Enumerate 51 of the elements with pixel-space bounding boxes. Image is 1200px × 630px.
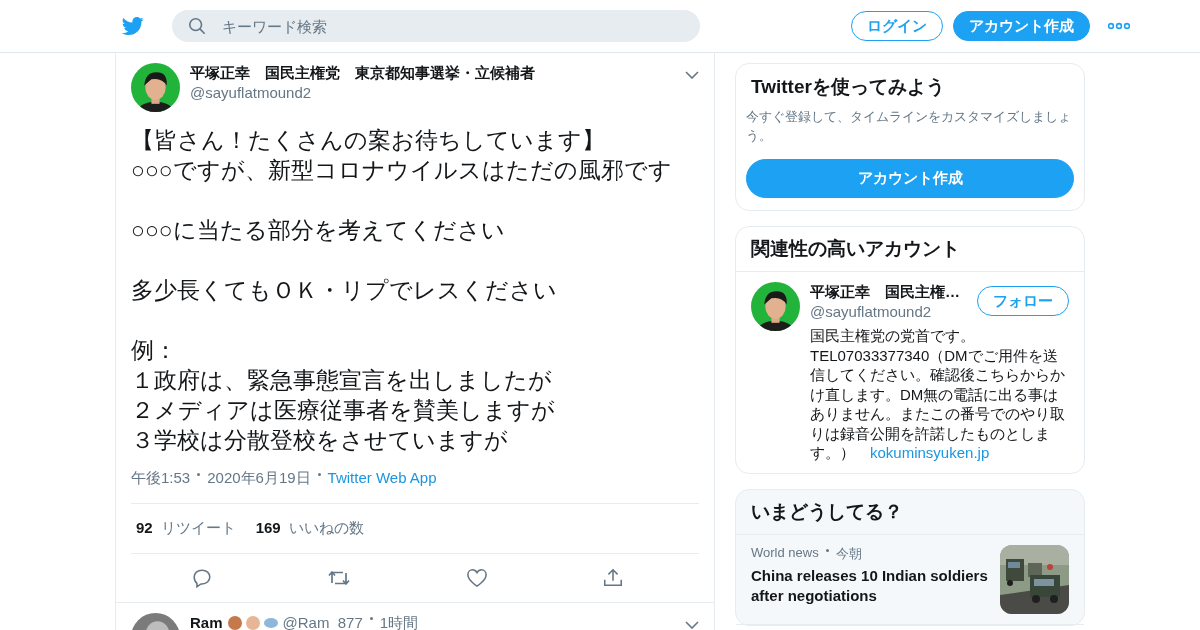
tweet-date: 2020年6月19日 [207,469,311,488]
tweet-text-line: 多少長くてもＯＫ・リプでレスください [131,276,558,305]
author-handle[interactable]: @sayuflatmound2 [190,83,675,103]
retweet-label[interactable]: リツイート [160,519,236,538]
news-item[interactable]: World news 今朝 China releases 10 Indian soldiers after negotiations [736,534,1084,625]
search-icon [188,17,206,35]
separator-dot [197,473,201,476]
reply-icon[interactable] [191,567,213,589]
search-field[interactable]: キーワード検索 [172,10,700,42]
like-count[interactable]: 169 [255,519,281,538]
account-name[interactable]: 平塚正幸 国民主権… [810,282,969,302]
more-icon[interactable] [1108,22,1130,30]
account-bio: 国民主権党の党首です。TEL07033377340（DMでご用件を送信してください。確認後こちらからかけ直します。DM無の電話に出る事はありません。またこの番号でのやり取りは録音公開を許諾したものとします。） kokuminsyuken.jp [810,326,1066,463]
follow-button[interactable]: フォロー [977,286,1069,316]
news-time: 今朝 [835,544,862,563]
heart-icon[interactable] [465,568,488,588]
signup-button[interactable]: アカウント作成 [953,11,1090,41]
retweet-count[interactable]: 92 [136,519,153,538]
bird-logo-icon[interactable] [120,15,146,37]
share-icon[interactable] [602,567,624,589]
news-category: World news [751,544,819,562]
reply-author-name[interactable]: Ram [190,613,223,630]
avatar[interactable] [131,63,180,112]
tweet-time: 午後1:53 [131,469,191,488]
separator-dot [825,548,829,552]
tweet-text-line: 【皆さん！たくさんの案お待ちしています】 [131,126,606,155]
tweet-text-line: ○○○ですが、新型コロナウイルスはただの風邪です [131,156,673,185]
tweet-text-line: ○○○に当たる部分を考えてください [131,216,506,245]
avatar[interactable] [751,282,800,331]
card-title: いまどうしてる？ [736,489,1084,535]
source-link[interactable]: Twitter Web App [327,469,437,488]
card-title: Twitterを使ってみよう [750,75,946,99]
reply-time[interactable]: 1時間 [379,613,419,630]
tweet-text-line: ３学校は分散登校をさせていますが [131,426,509,455]
signup-description: 今すぐ登録して、タイムラインをカスタマイズしましょう。 [746,108,1072,145]
like-label[interactable]: いいねの数 [288,519,364,538]
signup-button[interactable]: アカウント作成 [746,159,1074,198]
website-link[interactable]: kokuminsyuken.jp [870,444,990,461]
news-headline: China releases 10 Indian soldiers after negotiations [751,565,989,606]
separator-dot [317,473,321,476]
emoji-icon [226,614,279,630]
card-title: 関連性の高いアカウント [736,227,1084,272]
author-name[interactable]: 平塚正幸 国民主権党 東京都知事選挙・立候補者 [190,63,675,83]
login-button[interactable]: ログイン [851,11,943,41]
separator-dot [369,617,373,620]
tweet-text-line: １政府は、緊急事態宣言を出しましたが [131,366,553,395]
chevron-down-icon[interactable] [685,621,699,629]
chevron-down-icon[interactable] [685,71,699,79]
account-handle[interactable]: @sayuflatmound2 [810,302,969,322]
tweet-text-line: ２メディアは医療従事者を賛美しますが [131,396,556,425]
tweet-text-line: 例： [131,336,178,365]
